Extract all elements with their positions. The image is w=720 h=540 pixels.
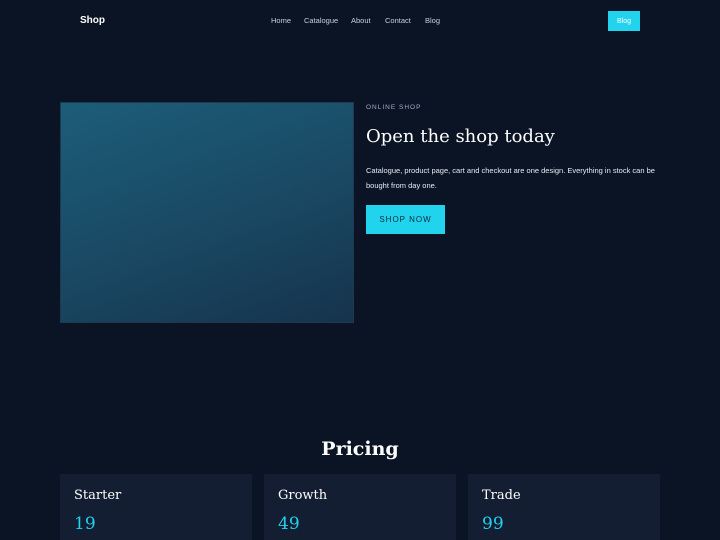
hero-eyebrow: ONLINE SHOP <box>366 104 422 111</box>
hero-description: Catalogue, product page, cart and checko… <box>366 166 655 190</box>
nav-link-home[interactable]: Home <box>271 16 291 25</box>
nav-link-contact[interactable]: Contact <box>385 16 411 25</box>
site-header: Shop Home Catalogue About Contact Blog B… <box>0 0 720 42</box>
plan-price: 99 <box>482 514 504 534</box>
plan-price: 19 <box>74 514 96 534</box>
nav-link-catalogue[interactable]: Catalogue <box>304 16 338 25</box>
plan-name: Starter <box>74 488 122 503</box>
hero-title: Open the shop today <box>366 126 555 147</box>
pricing-card-trade[interactable]: Trade 99 <box>468 474 660 540</box>
pricing-card-starter[interactable]: Starter 19 <box>60 474 252 540</box>
hero-image <box>60 102 354 323</box>
shop-now-button[interactable]: SHOP NOW <box>366 205 445 234</box>
page: Shop Home Catalogue About Contact Blog B… <box>0 0 720 540</box>
plan-name: Trade <box>482 488 521 503</box>
pricing-title: Pricing <box>321 438 399 460</box>
nav-link-about[interactable]: About <box>351 16 371 25</box>
pricing-card-growth[interactable]: Growth 49 <box>264 474 456 540</box>
nav-link-blog[interactable]: Blog <box>425 16 440 25</box>
plan-price: 49 <box>278 514 300 534</box>
blog-cta-button[interactable]: Blog <box>608 11 640 31</box>
plan-name: Growth <box>278 488 328 503</box>
